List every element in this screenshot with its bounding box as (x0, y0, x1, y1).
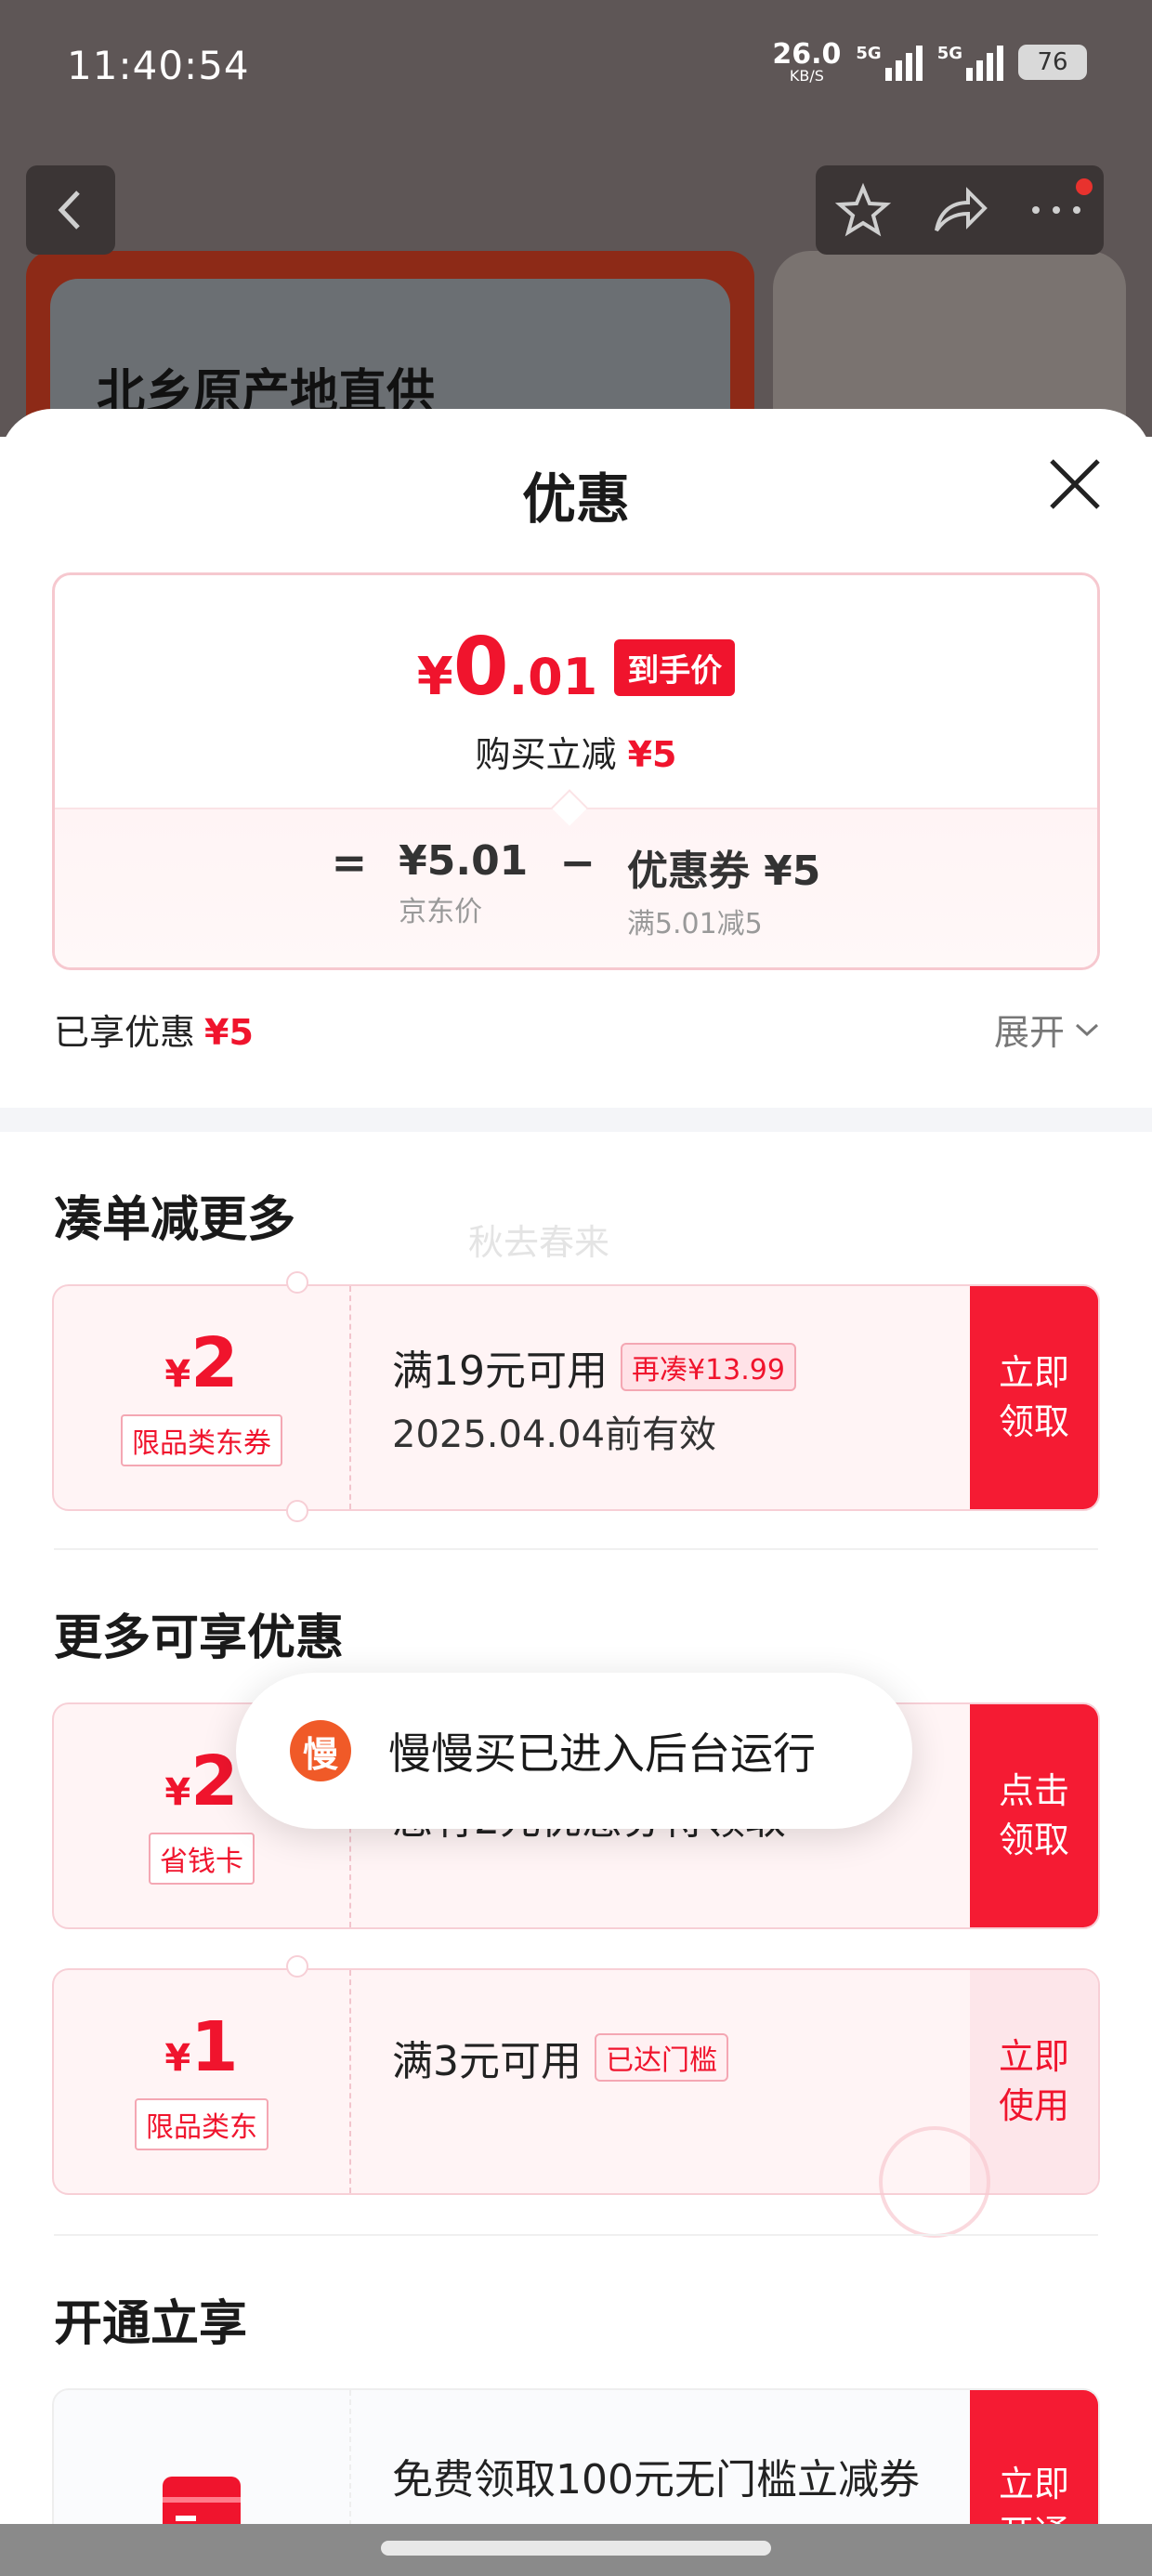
enjoyed-label: 已享优惠 (54, 1012, 196, 1053)
jd-price-value: ¥5.01 (399, 837, 529, 885)
buy-reduce-line: 购买立减 ¥5 (55, 726, 1097, 777)
coupon-badge: 已达门槛 (595, 2033, 728, 2082)
coupon-amount: ¥2 (164, 1329, 238, 1398)
network-speed-unit: KB/S (789, 67, 824, 85)
final-price-row: ¥0.01 到手价 (55, 627, 1097, 707)
currency-symbol: ¥ (164, 1771, 191, 1814)
enjoyed-value: ¥5 (204, 1012, 254, 1053)
use-coupon-button[interactable]: 立即 使用 (970, 1970, 1098, 2193)
coupon-validity: 2025.04.04前有效 (392, 1413, 717, 1456)
price-decimal: .01 (508, 648, 598, 706)
currency-symbol: ¥ (416, 647, 453, 707)
claim-coupon-button[interactable]: 立即 领取 (970, 1286, 1098, 1509)
coupon-condition-row: 满3元可用 已达门槛 (392, 2028, 728, 2087)
jd-price-label: 京东价 (399, 896, 483, 928)
enjoyed-discount: 已享优惠 ¥5 (54, 1004, 254, 1055)
minus-sign: − (559, 837, 596, 887)
chevron-left-icon (58, 191, 80, 230)
coupon-condition-row: 满19元可用 再凑¥13.99 (392, 1337, 796, 1397)
sheet-title: 优惠 (521, 467, 630, 531)
coupon-amount-block: ¥2 限品类东券 (54, 1286, 351, 1509)
coupon-details: 满19元可用 再凑¥13.99 2025.04.04前有效 (392, 1286, 796, 1509)
coupon-type-tag: 限品类东券 (121, 1414, 282, 1466)
final-price-section: ¥0.01 到手价 购买立减 ¥5 (55, 575, 1097, 808)
sim1-label: 5G (856, 44, 882, 63)
membership-description: 免费领取100元无门槛立减券 (392, 2456, 920, 2504)
coupon-amount-value: 1 (190, 2007, 239, 2087)
status-time: 11:40:54 (67, 43, 250, 88)
coupon-notch (286, 1955, 308, 1978)
chevron-down-icon (1075, 1023, 1099, 1036)
jd-price: ¥5.01 京东价 (399, 837, 528, 929)
background-run-toast: 慢 慢慢买已进入后台运行 (236, 1673, 912, 1829)
final-price-card: ¥0.01 到手价 购买立减 ¥5 = ¥5.01 京东价 − 优惠券 ¥5 满… (52, 572, 1100, 970)
discount-sheet: 优惠 ¥0.01 到手价 购买立减 ¥5 = ¥5.01 京东价 − 优惠券 ¥… (0, 409, 1152, 2576)
coupon-amount-value: 2 (190, 1741, 239, 1821)
share-icon[interactable] (931, 184, 988, 236)
coupon-deduction: 优惠券 ¥5 满5.01减5 (627, 837, 821, 941)
divider-line (54, 2234, 1098, 2236)
coupon-type-tag: 限品类东 (135, 2098, 268, 2150)
network-speed-value: 26.0 (772, 38, 842, 71)
top-action-bar (816, 165, 1104, 255)
signal-icon: 5G (937, 44, 1003, 81)
watermark-text: 秋去春来 (468, 1222, 610, 1263)
coupon-type-tag: 省钱卡 (149, 1833, 255, 1885)
coupon-amount: ¥2 (164, 1747, 238, 1816)
coupon-details: 满3元可用 已达门槛 (392, 1970, 728, 2193)
expand-label: 展开 (993, 1012, 1065, 1053)
claim-coupon-label: 点击 领取 (998, 1769, 1069, 1860)
expand-button[interactable]: 展开 (994, 1004, 1100, 1055)
section-title-more-discounts: 更多可享优惠 (54, 1610, 345, 1666)
coupon-notch (286, 1500, 308, 1522)
final-price-tag: 到手价 (614, 638, 736, 696)
close-button[interactable] (1044, 453, 1106, 515)
divider-line (54, 1548, 1098, 1550)
price-formula: = ¥5.01 京东价 − 优惠券 ¥5 满5.01减5 (55, 837, 1097, 941)
coupon-condition: 满3元可用 (392, 2038, 582, 2085)
coupon-amount-value: 2 (190, 1323, 239, 1403)
claim-coupon-label: 立即 领取 (998, 1351, 1069, 1442)
coupon-deduction-value: 优惠券 ¥5 (626, 848, 821, 895)
sim2-label: 5G (936, 44, 962, 63)
battery-icon: 76 (1018, 45, 1087, 80)
currency-symbol: ¥ (164, 1353, 191, 1396)
section-title-open: 开通立享 (54, 2296, 248, 2352)
coupon-deduction-label: 满5.01减5 (626, 908, 763, 940)
battery-level: 76 (1037, 48, 1068, 76)
coupon-notch (286, 1271, 308, 1294)
network-speed: 26.0 KB/S (772, 41, 841, 84)
coupon-card[interactable]: ¥2 限品类东券 满19元可用 再凑¥13.99 2025.04.04前有效 立… (52, 1284, 1100, 1511)
section-divider (0, 1108, 1152, 1132)
more-icon[interactable] (1028, 201, 1084, 219)
claimed-stamp-icon (879, 2126, 990, 2238)
currency-symbol: ¥ (164, 2037, 191, 2080)
use-coupon-label: 立即 使用 (998, 2035, 1069, 2126)
home-indicator[interactable] (381, 2541, 771, 2556)
section-title-more-orders: 凑单减更多 (54, 1192, 296, 1248)
buy-reduce-value: ¥5 (627, 734, 677, 775)
price-integer: 0 (452, 621, 509, 714)
notification-dot (1076, 178, 1093, 195)
buy-reduce-label: 购买立减 (475, 734, 617, 775)
signal-icon: 5G (856, 44, 923, 81)
coupon-badge: 再凑¥13.99 (621, 1343, 796, 1391)
status-bar: 11:40:54 26.0 KB/S 5G 5G 76 (0, 0, 1152, 139)
close-icon (1050, 459, 1100, 509)
toast-message: 慢慢买已进入后台运行 (388, 1728, 816, 1779)
claim-coupon-button[interactable]: 点击 领取 (970, 1704, 1098, 1927)
star-icon[interactable] (835, 182, 892, 238)
coupon-condition: 满19元可用 (392, 1347, 608, 1395)
equals-sign: = (331, 837, 368, 887)
app-logo-icon: 慢 (290, 1720, 351, 1781)
coupon-amount-block: ¥1 限品类东 (54, 1970, 351, 2193)
price-breakdown: = ¥5.01 京东价 − 优惠券 ¥5 满5.01减5 (55, 808, 1097, 967)
status-icons: 26.0 KB/S 5G 5G 76 (772, 41, 1087, 84)
final-price: ¥0.01 (417, 627, 597, 707)
back-button[interactable] (26, 165, 115, 255)
coupon-amount: ¥1 (164, 2013, 238, 2082)
